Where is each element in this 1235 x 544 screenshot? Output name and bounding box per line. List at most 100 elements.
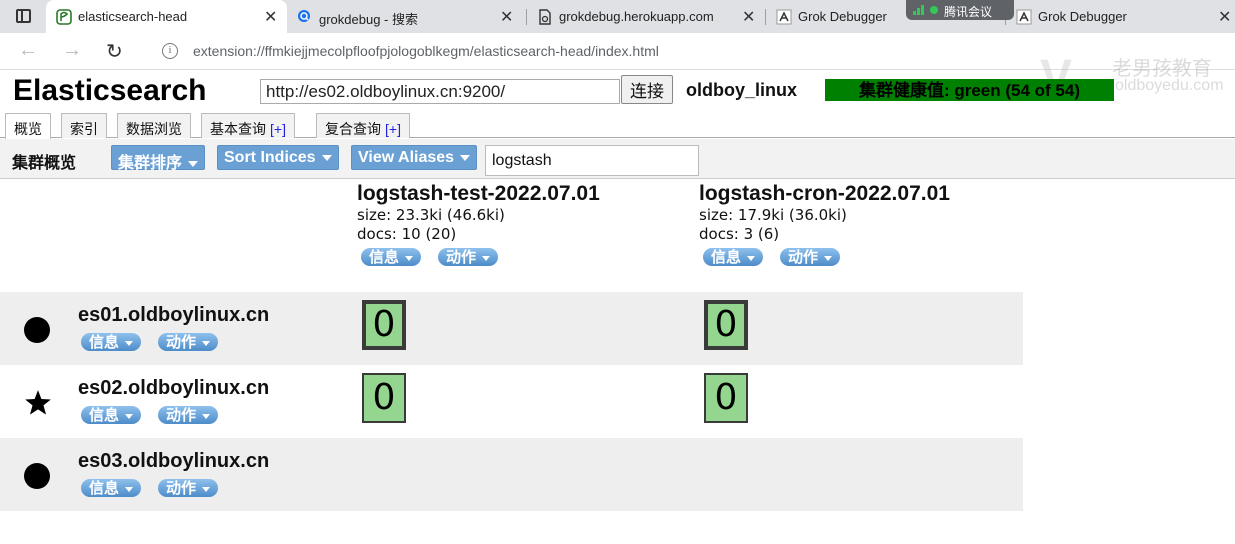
index-size: size: 17.9ki (36.0ki) xyxy=(699,206,847,224)
forward-icon[interactable]: → xyxy=(62,39,82,62)
index-header: logstash-test-2022.07.01 size: 23.3ki (4… xyxy=(357,182,600,244)
node-info-button[interactable]: 信息 xyxy=(81,333,142,351)
index-action-button[interactable]: 动作 xyxy=(438,248,499,266)
watermark-line2: oldboyedu.com xyxy=(1115,77,1224,94)
url-text[interactable]: extension://ffmkiejjmecolpfloofpjologobl… xyxy=(193,43,659,59)
search-favicon-icon xyxy=(298,10,310,22)
caret-down-icon xyxy=(125,340,134,346)
meeting-label: 腾讯会议 xyxy=(944,5,993,19)
tab-actions-icon[interactable] xyxy=(16,9,31,23)
tab-label: 复合查询 xyxy=(325,121,381,137)
index-docs: docs: 10 (20) xyxy=(357,225,457,243)
button-label: 信息 xyxy=(89,407,120,424)
elasticsearch-head-favicon-icon xyxy=(56,9,72,25)
tab-browser[interactable]: 数据浏览 xyxy=(117,113,191,138)
address-bar: ← → ↻ i extension://ffmkiejjmecolpfloofp… xyxy=(0,33,1235,70)
browser-tab-title: grokdebug - 搜索 xyxy=(319,12,418,27)
button-label: 信息 xyxy=(711,249,742,266)
button-label: 信息 xyxy=(369,249,400,266)
page-title: Elasticsearch xyxy=(13,74,207,107)
index-info-button[interactable]: 信息 xyxy=(703,248,764,266)
caret-down-icon xyxy=(747,255,756,261)
close-tab-icon[interactable]: ✕ xyxy=(742,7,755,27)
tab-label: 基本查询 xyxy=(210,121,266,137)
caret-down-icon xyxy=(405,255,414,261)
node-action-button[interactable]: 动作 xyxy=(158,479,219,497)
node-info-button[interactable]: 信息 xyxy=(81,406,142,424)
close-tab-icon[interactable]: ✕ xyxy=(264,7,277,27)
browser-tab-grokdebug-search[interactable]: grokdebug - 搜索 ✕ xyxy=(287,0,527,33)
cluster-url-input[interactable] xyxy=(260,79,620,104)
shard-replica[interactable]: 0 xyxy=(362,373,406,423)
tab-indices[interactable]: 索引 xyxy=(61,113,107,138)
index-filter-input[interactable] xyxy=(485,145,699,176)
reload-icon[interactable]: ↻ xyxy=(106,39,123,64)
node-action-button[interactable]: 动作 xyxy=(158,406,219,424)
node-row: es01.oldboylinux.cn 信息 动作 0 0 xyxy=(0,292,1023,365)
button-label: 动作 xyxy=(788,249,819,266)
caret-down-icon xyxy=(824,255,833,261)
index-docs: docs: 3 (6) xyxy=(699,225,780,243)
button-label: 动作 xyxy=(166,407,197,424)
connect-button[interactable]: 连接 xyxy=(621,75,673,104)
index-name: logstash-cron-2022.07.01 xyxy=(699,182,950,205)
site-info-icon[interactable]: i xyxy=(162,43,178,59)
dropdown-label: View Aliases xyxy=(358,149,455,166)
button-label: 动作 xyxy=(166,480,197,497)
node-name: es01.oldboylinux.cn xyxy=(78,304,270,326)
button-label: 动作 xyxy=(166,334,197,351)
node-name: es03.oldboylinux.cn xyxy=(78,450,270,472)
page-error-favicon-icon xyxy=(539,9,551,25)
button-label: 动作 xyxy=(446,249,477,266)
close-tab-icon[interactable]: ✕ xyxy=(1218,7,1231,27)
index-header: logstash-cron-2022.07.01 size: 17.9ki (3… xyxy=(699,182,950,244)
master-star-icon xyxy=(25,390,51,415)
back-icon[interactable]: ← xyxy=(18,39,38,62)
button-label: 信息 xyxy=(89,334,120,351)
cluster-name: oldboy_linux xyxy=(686,80,798,100)
index-action-button[interactable]: 动作 xyxy=(780,248,841,266)
tab-label: 数据浏览 xyxy=(126,121,182,137)
browser-tab-title: Grok Debugger xyxy=(1038,9,1127,24)
caret-down-icon xyxy=(125,486,134,492)
browser-tab-title: grokdebug.herokuapp.com xyxy=(559,9,714,24)
node-row: es03.oldboylinux.cn 信息 动作 xyxy=(0,438,1023,511)
node-circle-icon xyxy=(24,317,50,343)
main-tabs: 概览 索引 数据浏览 基本查询 [+] 复合查询 [+] xyxy=(0,113,1235,139)
tab-basic-query[interactable]: 基本查询 [+] xyxy=(201,113,295,138)
caret-down-icon xyxy=(202,413,211,419)
dropdown-label: Sort Indices xyxy=(224,149,316,166)
tab-plus: [+] xyxy=(270,121,286,137)
browser-tab-elasticsearch-head[interactable]: elasticsearch-head ✕ xyxy=(46,0,287,33)
node-action-button[interactable]: 动作 xyxy=(158,333,219,351)
shard-primary[interactable]: 0 xyxy=(362,300,406,350)
tab-label: 索引 xyxy=(70,121,98,137)
index-info-button[interactable]: 信息 xyxy=(361,248,422,266)
caret-down-icon xyxy=(202,486,211,492)
overview-toolbar: 集群概览 集群排序 Sort Indices View Aliases xyxy=(0,139,1235,179)
cluster-sort-dropdown[interactable]: 集群排序 xyxy=(111,145,206,172)
caret-down-icon xyxy=(460,154,471,161)
meeting-indicator[interactable]: 腾讯会议 xyxy=(906,0,1014,20)
sort-indices-dropdown[interactable]: Sort Indices xyxy=(217,145,339,170)
grok-debugger-favicon-icon xyxy=(776,9,792,25)
close-tab-icon[interactable]: ✕ xyxy=(500,7,513,27)
tab-overview[interactable]: 概览 xyxy=(5,113,51,139)
index-name: logstash-test-2022.07.01 xyxy=(357,182,600,205)
node-info-button[interactable]: 信息 xyxy=(81,479,142,497)
tab-label: 概览 xyxy=(14,121,42,137)
tab-compound-query[interactable]: 复合查询 [+] xyxy=(316,113,410,138)
overview-title: 集群概览 xyxy=(12,155,77,172)
dropdown-label: 集群排序 xyxy=(118,155,183,172)
button-label: 信息 xyxy=(89,480,120,497)
signal-icon xyxy=(913,5,925,15)
browser-tab-grokdebug-heroku[interactable]: grokdebug.herokuapp.com ✕ xyxy=(527,0,766,33)
grok-debugger-favicon-icon xyxy=(1016,9,1032,25)
index-size: size: 23.3ki (46.6ki) xyxy=(357,206,505,224)
browser-tab-grok-debugger-2[interactable]: Grok Debugger ✕ xyxy=(1006,0,1235,33)
caret-down-icon xyxy=(125,413,134,419)
shard-replica[interactable]: 0 xyxy=(704,373,748,423)
view-aliases-dropdown[interactable]: View Aliases xyxy=(351,145,478,170)
shard-primary[interactable]: 0 xyxy=(704,300,748,350)
caret-down-icon xyxy=(202,340,211,346)
